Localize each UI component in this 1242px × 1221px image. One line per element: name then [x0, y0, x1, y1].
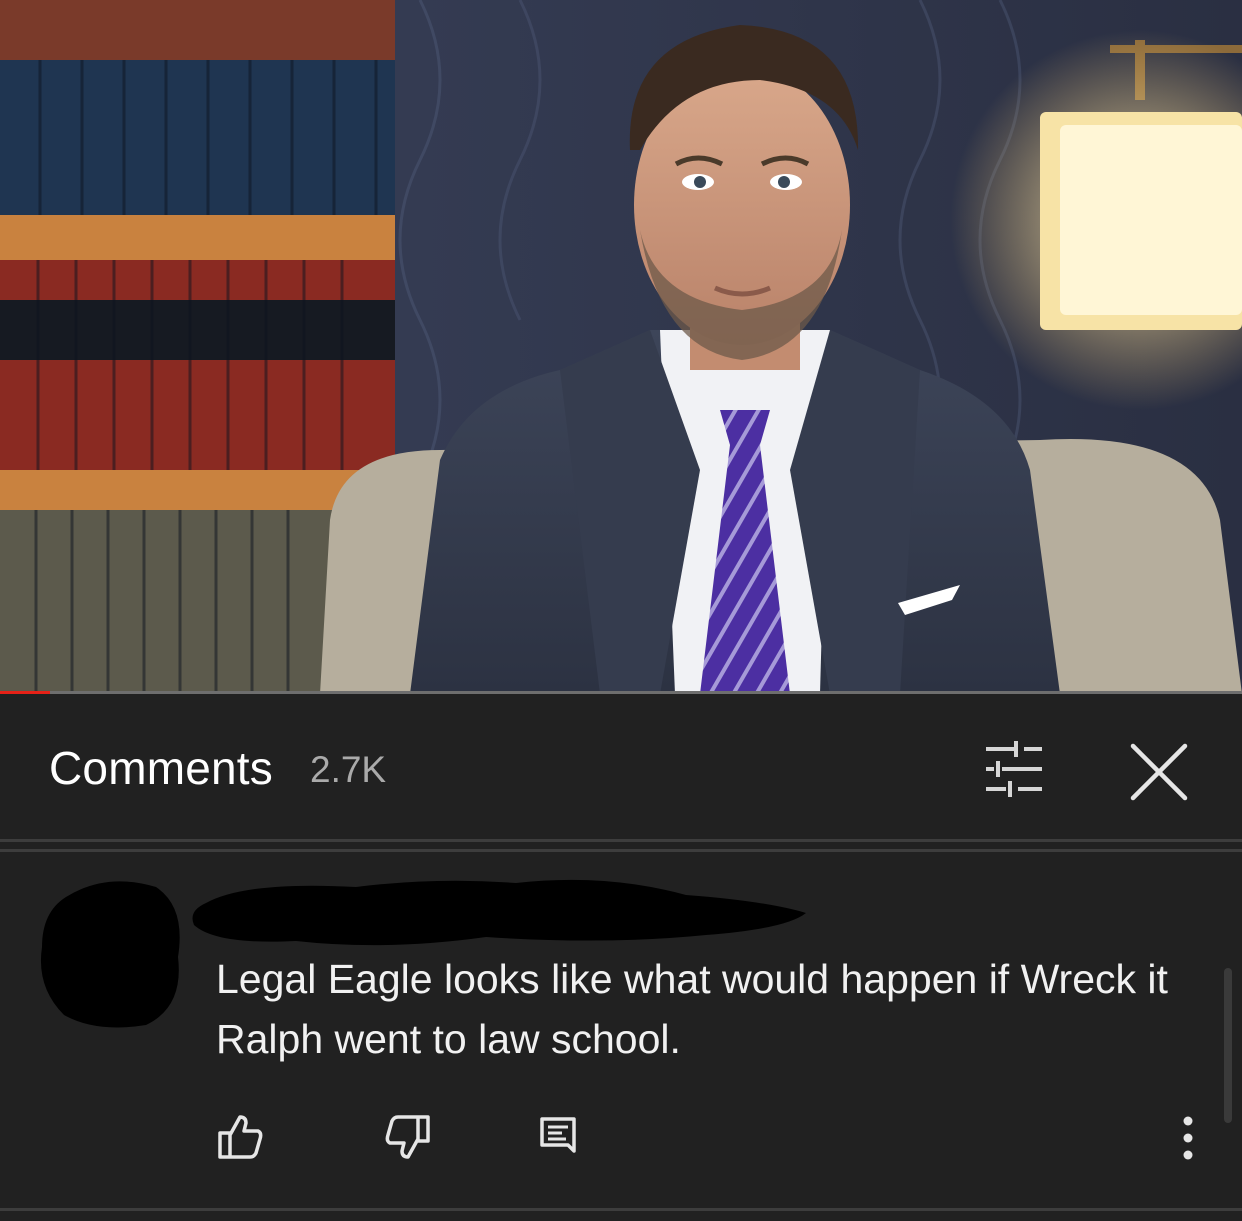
like-button[interactable] — [214, 1111, 266, 1163]
close-icon — [1130, 743, 1188, 801]
header-divider — [0, 839, 1242, 842]
thumbs-up-icon — [218, 1115, 263, 1159]
video-progress-played — [0, 691, 50, 694]
video-frame-image — [0, 0, 1242, 694]
video-progress-bar[interactable] — [0, 691, 1242, 694]
dislike-button[interactable] — [382, 1111, 434, 1163]
comment-item: Legal Eagle looks like what would happen… — [0, 853, 1242, 1211]
section-divider — [0, 849, 1242, 852]
reply-button[interactable] — [532, 1111, 584, 1163]
bottom-divider — [0, 1208, 1242, 1211]
scrollbar[interactable] — [1224, 968, 1232, 1123]
avatar-redacted — [40, 881, 180, 1028]
youtube-video-comments-screen: Comments 2.7K Legal Eagle looks like wha… — [0, 0, 1242, 1221]
video-player[interactable] — [0, 0, 1242, 694]
sort-sliders-icon — [986, 741, 1042, 797]
comment-text: Legal Eagle looks like what would happen… — [216, 956, 1168, 1062]
comments-count: 2.7K — [310, 749, 387, 790]
comments-header: Comments 2.7K — [0, 699, 1242, 841]
more-vert-icon — [1183, 1116, 1193, 1160]
reply-icon — [540, 1117, 576, 1153]
close-comments-button[interactable] — [1123, 737, 1195, 807]
sort-comments-button[interactable] — [980, 739, 1048, 803]
more-options-button[interactable] — [1166, 1111, 1210, 1165]
comments-title: Comments — [49, 742, 273, 794]
thumbs-down-icon — [385, 1115, 430, 1159]
author-name-redacted — [192, 879, 806, 946]
